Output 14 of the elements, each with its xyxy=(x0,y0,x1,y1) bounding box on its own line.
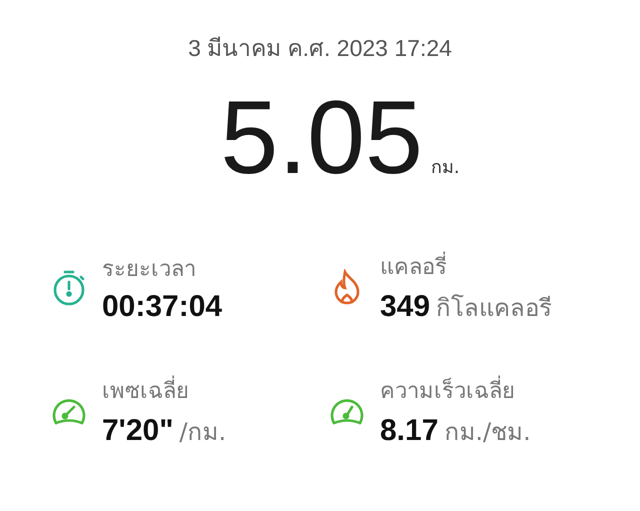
distance-value: 5.05 xyxy=(220,79,423,198)
stat-unit: กิโลแคลอรี xyxy=(436,292,552,324)
distance-unit: กม. xyxy=(430,156,460,180)
stat-value: 8.17 xyxy=(380,414,438,448)
stat-label: ระยะเวลา xyxy=(102,256,197,284)
stat-label: ความเร็วเฉลี่ย xyxy=(380,372,531,408)
stat-value: 00:37:04 xyxy=(102,290,222,324)
stat-value: 349 xyxy=(380,290,430,324)
stat-value: 7'20" xyxy=(102,414,174,448)
stat-label: แคลอรี่ xyxy=(380,248,552,284)
workout-date: 3 มีนาคม ค.ศ. 2023 17:24 xyxy=(188,34,452,63)
stat-unit: /กม. xyxy=(179,416,226,448)
stat-label: เพซเฉลี่ย xyxy=(102,372,226,408)
stat-unit: กม./ชม. xyxy=(444,416,531,448)
